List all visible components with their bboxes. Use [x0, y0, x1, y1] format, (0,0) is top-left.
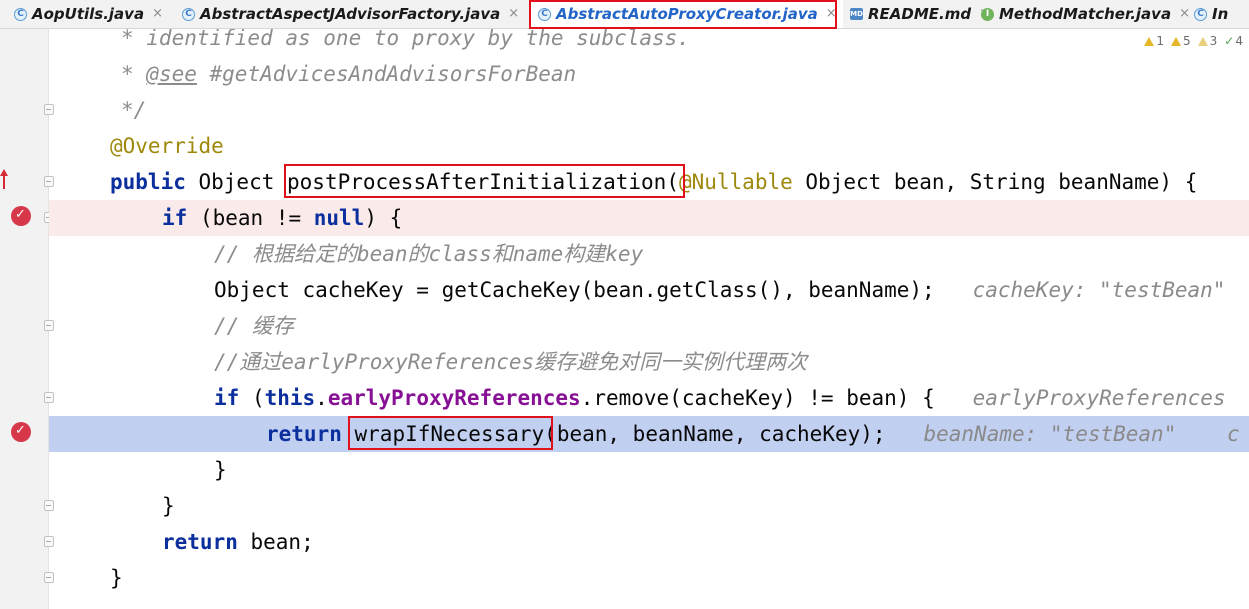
close-icon[interactable]: ×: [508, 0, 519, 28]
method-name: wrapIfNecessary: [354, 422, 545, 446]
class-icon: C: [538, 7, 551, 21]
tab-abstract-auto-proxy-creator[interactable]: C AbstractAutoProxyCreator.java ×: [531, 0, 843, 28]
warning-icon: [1171, 36, 1182, 46]
code-text: ) {: [364, 206, 403, 230]
interface-icon: I: [981, 7, 994, 21]
weak-warning-icon: [1197, 36, 1208, 46]
keyword: if: [162, 206, 188, 230]
close-icon[interactable]: ×: [152, 0, 163, 28]
comment: // 根据给定的bean的class和name构建key: [214, 242, 644, 266]
code-line: //通过earlyProxyReferences缓存避免对同一实例代理两次: [214, 344, 1249, 380]
comment: //通过earlyProxyReferences缓存避免对同一实例代理两次: [214, 350, 808, 374]
inline-debug-hint: earlyProxyReferences: [972, 386, 1226, 410]
javadoc-tag: @see: [146, 62, 197, 86]
comment: // 缓存: [214, 314, 294, 338]
check-icon: ✓: [15, 423, 26, 438]
markdown-icon: MD: [850, 8, 863, 20]
editor-gutter: ✓ ✓: [0, 29, 54, 609]
close-icon[interactable]: ×: [826, 0, 837, 28]
code-line: Object cacheKey = getCacheKey(bean.getCl…: [214, 272, 1249, 308]
code-line: * @see #getAdvicesAndAdvisorsForBean: [121, 56, 1249, 92]
keyword: public: [110, 170, 186, 194]
keyword: return: [266, 422, 342, 446]
breakpoint-line: if (bean != null) {: [49, 200, 1249, 236]
code-line: * identified as one to proxy by the subc…: [121, 29, 1249, 56]
code-text: bean;: [237, 530, 314, 554]
javadoc-text: */: [121, 98, 147, 122]
code-text: .remove(cacheKey) != bean) {: [580, 386, 935, 410]
tab-overflow-partial[interactable]: C In: [1194, 0, 1228, 28]
code-line: // 根据给定的bean的class和name构建key: [214, 236, 1249, 272]
code-line: }: [110, 560, 1249, 596]
code-editor[interactable]: * identified as one to proxy by the subc…: [49, 29, 1249, 609]
field-name: earlyProxyReferences: [327, 386, 581, 410]
code-line: }: [162, 488, 1249, 524]
breakpoint-icon[interactable]: ✓: [11, 206, 31, 226]
keyword: return: [162, 530, 238, 554]
code-line: */: [121, 92, 1249, 128]
weak-warning-count[interactable]: 3: [1197, 32, 1217, 50]
code-text: }: [110, 566, 123, 590]
inline-debug-hint: c: [1226, 422, 1240, 446]
class-icon: C: [182, 7, 195, 21]
close-icon[interactable]: ×: [1179, 0, 1190, 28]
code-text: (: [239, 386, 265, 410]
method-name: postProcessAfterInitialization: [287, 170, 667, 194]
tab-abstract-aspectj-advisor-factory[interactable]: C AbstractAspectJAdvisorFactory.java ×: [182, 0, 519, 28]
tab-label: AbstractAutoProxyCreator.java: [556, 5, 818, 23]
keyword: this: [264, 386, 316, 410]
overrides-method-arrow-icon[interactable]: [0, 169, 8, 191]
inline-debug-hint: cacheKey: "testBean": [972, 278, 1226, 302]
error-count[interactable]: 1: [1144, 32, 1164, 50]
keyword: if: [214, 386, 240, 410]
tab-readme[interactable]: MD README.md ×: [850, 0, 990, 28]
tab-label: In: [1212, 5, 1229, 23]
tab-label: AopUtils.java: [32, 5, 145, 23]
code-text: }: [214, 458, 227, 482]
warning-count[interactable]: 5: [1171, 32, 1191, 50]
code-text: (bean, beanName, cacheKey);: [544, 422, 886, 446]
code-line: if (this.earlyProxyReferences.remove(cac…: [214, 380, 1249, 416]
warning-icon: [1144, 36, 1155, 46]
check-icon: ✓: [1224, 34, 1235, 48]
class-icon: C: [1194, 7, 1207, 21]
code-text: (: [666, 170, 679, 194]
code-text: Object: [185, 170, 288, 194]
keyword: null: [313, 206, 365, 230]
tab-aoputils[interactable]: C AopUtils.java ×: [14, 0, 163, 28]
class-icon: C: [14, 7, 27, 21]
code-text: }: [162, 494, 175, 518]
inspection-widget[interactable]: 1 5 3 ✓ 4: [1137, 32, 1243, 50]
inline-debug-hint: beanName: "testBean": [923, 422, 1177, 446]
code-text: .: [315, 386, 328, 410]
tab-method-matcher[interactable]: I MethodMatcher.java ×: [981, 0, 1190, 28]
javadoc-ref: #getAdvicesAndAdvisorsForBean: [196, 62, 577, 86]
tab-label: AbstractAspectJAdvisorFactory.java: [200, 5, 501, 23]
execution-point-line: return wrapIfNecessary(bean, beanName, c…: [49, 416, 1249, 452]
code-text: (bean !=: [187, 206, 314, 230]
editor-tab-bar: C AopUtils.java × C AbstractAspectJAdvis…: [0, 0, 1249, 29]
code-line: public Object postProcessAfterInitializa…: [110, 164, 1249, 200]
tab-label: MethodMatcher.java: [999, 5, 1172, 23]
code-text: Object bean, String beanName) {: [792, 170, 1198, 194]
annotation: @Nullable: [678, 170, 793, 194]
javadoc-text: *: [121, 62, 147, 86]
breakpoint-icon[interactable]: ✓: [11, 422, 31, 442]
code-line: return bean;: [162, 524, 1249, 560]
code-line: }: [214, 452, 1249, 488]
ok-count[interactable]: ✓ 4: [1224, 32, 1243, 50]
code-line: @Override: [110, 128, 1249, 164]
javadoc-text: * identified as one to proxy by the subc…: [121, 29, 690, 50]
code-text: Object cacheKey = getCacheKey(bean.getCl…: [214, 278, 935, 302]
check-icon: ✓: [15, 207, 26, 222]
annotation: @Override: [110, 134, 224, 158]
tab-label: README.md: [868, 5, 972, 23]
code-line: // 缓存: [214, 308, 1249, 344]
